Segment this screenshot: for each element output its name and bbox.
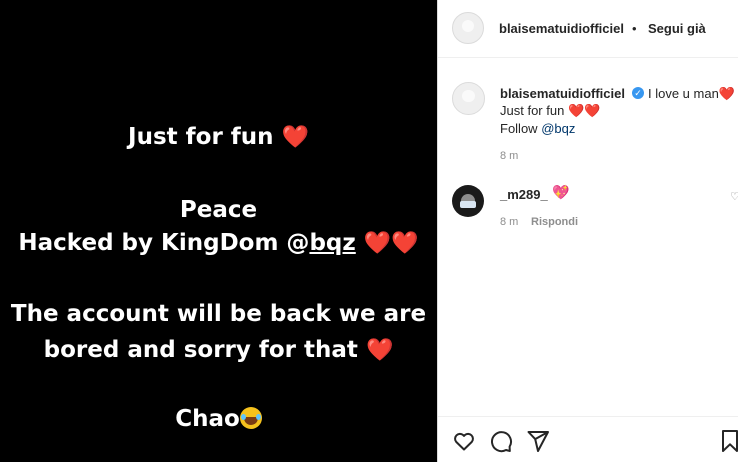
post-media[interactable]: Just for fun ❤️ Peace Hacked by KingDom … [0, 0, 437, 462]
heart-emoji: ❤️ [567, 103, 585, 118]
heart-emoji: ❤️ [281, 125, 309, 150]
laughing-emoji-icon [239, 407, 262, 429]
media-line-peace: Peace [179, 197, 258, 223]
comment-like-heart-icon[interactable]: ♡ [730, 190, 738, 203]
author-username[interactable]: blaisematuidiofficiel [499, 21, 624, 36]
avatar[interactable] [452, 12, 484, 44]
media-line-hacked: Hacked by KingDom @bqz ❤️❤️ [18, 230, 419, 256]
bookmark-icon[interactable] [718, 429, 738, 453]
avatar[interactable] [452, 82, 485, 115]
media-line-just-for-fun: Just for fun ❤️ [128, 124, 309, 150]
heart-emoji: ❤️ [365, 338, 394, 363]
action-bar [438, 416, 738, 462]
caption-text-line2: Just for fun ❤️❤️ [500, 103, 601, 118]
separator-dot: • [632, 21, 637, 36]
heart-icon[interactable] [452, 429, 476, 453]
mention-link[interactable]: @bqz [541, 121, 575, 136]
post-header: blaisematuidiofficiel • Segui già [438, 0, 738, 58]
post-panel: blaisematuidiofficiel • Segui già blaise… [438, 0, 738, 462]
comment-icon[interactable] [489, 429, 513, 453]
commenter-username[interactable]: _m289_ [500, 187, 548, 202]
caption-follow-line: Follow @bqz [500, 121, 576, 136]
heart-emoji: ❤️ [584, 103, 601, 118]
heart-emoji: ❤️ [391, 231, 419, 256]
comment-timestamp: 8 m [500, 216, 519, 228]
sparkling-heart-emoji: 💖 [552, 184, 570, 200]
commenter-avatar[interactable] [452, 185, 484, 217]
media-line-account-back: The account will be back we are [10, 301, 427, 327]
following-button[interactable]: Segui già [648, 21, 706, 36]
media-line-bored: bored and sorry for that ❤️ [43, 337, 394, 363]
caption-username[interactable]: blaisematuidiofficiel [500, 86, 625, 101]
caption-timestamp: 8 m [500, 150, 519, 162]
caption-text-line1: I love u man❤️ [648, 86, 736, 101]
media-line-chao: Chao [0, 405, 437, 433]
paper-plane-icon[interactable] [526, 429, 550, 453]
heart-emoji: ❤️ [363, 231, 392, 256]
reply-button[interactable]: Rispondi [531, 216, 578, 228]
heart-emoji: ❤️ [718, 86, 736, 101]
verified-badge-icon: ✓ [632, 87, 644, 99]
